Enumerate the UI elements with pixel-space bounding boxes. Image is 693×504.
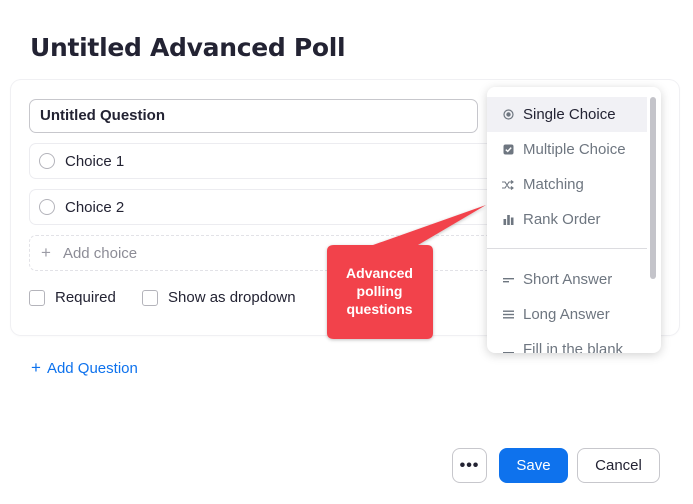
fill-blank-icon <box>502 344 514 354</box>
add-choice-label: Add choice <box>62 244 138 262</box>
checkbox-icon[interactable] <box>142 289 158 306</box>
choice-label[interactable]: Choice 1 <box>65 153 124 170</box>
radio-icon <box>39 153 55 169</box>
menu-item-single-choice[interactable]: Single Choice <box>487 97 647 132</box>
required-label: Required <box>55 289 116 306</box>
menu-item-short-answer[interactable]: Short Answer <box>487 262 647 297</box>
question-title-input[interactable]: Untitled Question <box>29 99 478 133</box>
long-lines-icon <box>502 309 514 321</box>
menu-item-rank-order[interactable]: Rank Order <box>487 202 647 237</box>
add-question-button[interactable]: + Add Question <box>31 358 138 378</box>
checkbox-checked-icon <box>502 144 514 156</box>
radio-dot-icon <box>502 109 514 121</box>
choice-label[interactable]: Choice 2 <box>65 199 124 216</box>
menu-item-label: Long Answer <box>523 306 610 323</box>
menu-divider <box>487 248 647 249</box>
menu-item-label: Multiple Choice <box>523 141 626 158</box>
checkbox-icon[interactable] <box>29 289 45 306</box>
short-lines-icon <box>502 274 514 286</box>
menu-item-label: Matching <box>523 176 584 193</box>
show-as-dropdown-label: Show as dropdown <box>168 289 296 306</box>
menu-item-fill-in-the-blank[interactable]: Fill in the blank <box>487 332 647 353</box>
cancel-button[interactable]: Cancel <box>577 448 660 483</box>
page-title: Untitled Advanced Poll <box>30 33 346 62</box>
shuffle-icon <box>502 179 514 191</box>
menu-item-label: Short Answer <box>523 271 613 288</box>
menu-item-label: Fill in the blank <box>523 341 624 353</box>
menu-item-label: Single Choice <box>523 106 616 123</box>
menu-item-matching[interactable]: Matching <box>487 167 647 202</box>
plus-icon: + <box>41 243 51 262</box>
choice-row[interactable]: Choice 1 <box>29 143 499 179</box>
menu-item-long-answer[interactable]: Long Answer <box>487 297 647 332</box>
radio-icon <box>39 199 55 215</box>
callout-text: Advanced polling questions <box>346 265 413 317</box>
more-options-button[interactable]: ••• <box>452 448 487 483</box>
add-question-label: Add Question <box>46 359 138 377</box>
question-type-menu[interactable]: Single Choice Multiple Choice Matching R… <box>487 87 661 353</box>
choice-row[interactable]: Choice 2 <box>29 189 499 225</box>
save-button[interactable]: Save <box>499 448 568 483</box>
show-as-dropdown-checkbox[interactable]: Show as dropdown <box>142 289 296 306</box>
menu-scrollbar[interactable] <box>650 97 656 279</box>
menu-item-label: Rank Order <box>523 211 601 228</box>
bar-chart-icon <box>502 214 514 226</box>
menu-item-multiple-choice[interactable]: Multiple Choice <box>487 132 647 167</box>
plus-icon: + <box>31 358 41 377</box>
required-checkbox[interactable]: Required <box>29 289 116 306</box>
